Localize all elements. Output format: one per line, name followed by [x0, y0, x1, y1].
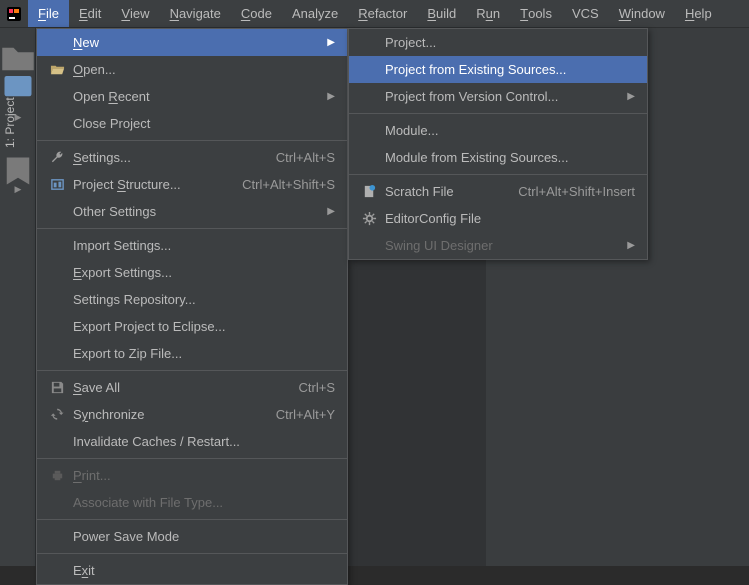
- menu-refactor[interactable]: Refactor: [348, 0, 417, 27]
- menu-code[interactable]: Code: [231, 0, 282, 27]
- sync-icon: [47, 407, 67, 422]
- menu-file[interactable]: File: [28, 0, 69, 27]
- file-save-all[interactable]: Save All Ctrl+S: [37, 374, 347, 401]
- file-open[interactable]: Open...: [37, 56, 347, 83]
- file-exit[interactable]: Exit: [37, 557, 347, 584]
- new-swing-ui-designer[interactable]: Swing UI Designer ▶: [349, 232, 647, 259]
- new-module-existing-sources[interactable]: Module from Existing Sources...: [349, 144, 647, 171]
- new-editorconfig-file[interactable]: EditorConfig File: [349, 205, 647, 232]
- file-dropdown: New ▶ Open... Open Recent ▶ Close Projec…: [36, 28, 348, 585]
- file-import-settings[interactable]: Import Settings...: [37, 232, 347, 259]
- expand-icon[interactable]: ▶: [0, 112, 36, 123]
- menu-help[interactable]: Help: [675, 0, 722, 27]
- menu-build[interactable]: Build: [417, 0, 466, 27]
- file-close-project[interactable]: Close Project: [37, 110, 347, 137]
- menu-run[interactable]: Run: [466, 0, 510, 27]
- new-project[interactable]: Project...: [349, 29, 647, 56]
- scratch-file-icon: [359, 184, 379, 199]
- menubar: File Edit View Navigate Code Analyze Ref…: [0, 0, 749, 28]
- file-associate-filetype: Associate with File Type...: [37, 489, 347, 516]
- file-export-eclipse[interactable]: Export Project to Eclipse...: [37, 313, 347, 340]
- print-icon: [47, 468, 67, 483]
- app-icon: [0, 0, 28, 27]
- new-project-existing-sources[interactable]: Project from Existing Sources...: [349, 56, 647, 83]
- menu-analyze[interactable]: Analyze: [282, 0, 348, 27]
- file-open-recent[interactable]: Open Recent ▶: [37, 83, 347, 110]
- file-power-save-mode[interactable]: Power Save Mode: [37, 523, 347, 550]
- file-settings-repository[interactable]: Settings Repository...: [37, 286, 347, 313]
- menu-window[interactable]: Window: [609, 0, 675, 27]
- menu-navigate[interactable]: Navigate: [160, 0, 231, 27]
- file-export-settings[interactable]: Export Settings...: [37, 259, 347, 286]
- file-settings[interactable]: Settings... Ctrl+Alt+S: [37, 144, 347, 171]
- folder-open-icon: [47, 62, 67, 77]
- file-new[interactable]: New ▶: [37, 29, 347, 56]
- save-icon: [47, 380, 67, 395]
- file-invalidate-caches[interactable]: Invalidate Caches / Restart...: [37, 428, 347, 455]
- menu-edit[interactable]: Edit: [69, 0, 111, 27]
- module-icon[interactable]: [0, 72, 36, 98]
- bookmark-icon[interactable]: [0, 158, 36, 184]
- project-structure-icon: [47, 177, 67, 192]
- menu-tools[interactable]: Tools: [510, 0, 562, 27]
- file-export-zip[interactable]: Export to Zip File...: [37, 340, 347, 367]
- file-project-structure[interactable]: Project Structure... Ctrl+Alt+Shift+S: [37, 171, 347, 198]
- expand-icon[interactable]: ▶: [0, 184, 36, 195]
- new-scratch-file[interactable]: Scratch File Ctrl+Alt+Shift+Insert: [349, 178, 647, 205]
- new-submenu: Project... Project from Existing Sources…: [348, 28, 648, 260]
- menu-vcs[interactable]: VCS: [562, 0, 609, 27]
- new-project-version-control[interactable]: Project from Version Control... ▶: [349, 83, 647, 110]
- wrench-icon: [47, 150, 67, 165]
- file-other-settings[interactable]: Other Settings ▶: [37, 198, 347, 225]
- gear-icon: [359, 211, 379, 226]
- new-module[interactable]: Module...: [349, 117, 647, 144]
- file-print: Print...: [37, 462, 347, 489]
- left-tool-strip: 1: Project ▶ ▶: [0, 28, 36, 566]
- menu-view[interactable]: View: [111, 0, 159, 27]
- file-synchronize[interactable]: Synchronize Ctrl+Alt+Y: [37, 401, 347, 428]
